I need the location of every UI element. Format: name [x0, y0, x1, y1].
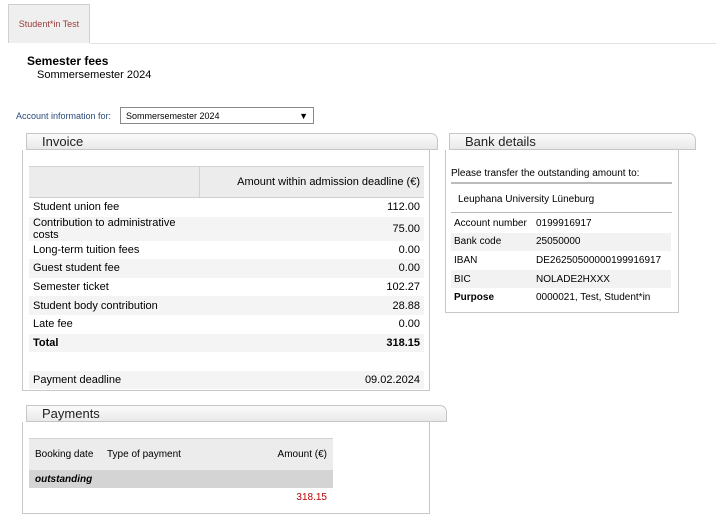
- table-row: Long-term tuition fees 0.00: [29, 241, 424, 260]
- row-value: 0.00: [398, 318, 420, 331]
- semester-select-value: Sommersemester 2024: [126, 110, 220, 121]
- bank-table: Account number 0199916917 Bank code 250500…: [451, 214, 671, 307]
- outstanding-amount: 318.15: [296, 492, 327, 503]
- payments-header-row: Booking date Type of payment Amount (€): [29, 438, 333, 470]
- col-type-of-payment: Type of payment: [101, 438, 237, 470]
- total-value: 318.15: [199, 333, 424, 353]
- deadline-value: 09.02.2024: [199, 370, 424, 390]
- invoice-table: Amount within admission deadline (€) Stu…: [29, 166, 424, 390]
- bank-divider: [451, 182, 672, 184]
- table-row: Semester ticket 102.27: [29, 278, 424, 297]
- table-row: Student body contribution 28.88: [29, 296, 424, 315]
- payments-panel-title: Payments: [26, 405, 447, 422]
- row-value: 0000021, Test, Student*in: [536, 292, 651, 304]
- col-booking-date: Booking date: [29, 438, 101, 470]
- table-row: Account number 0199916917: [451, 214, 671, 233]
- table-row: Contribution to administrative costs 75.0…: [29, 216, 424, 241]
- row-label: Late fee: [33, 318, 73, 331]
- row-label: Contribution to administrative costs: [29, 216, 200, 241]
- total-label: Total: [29, 333, 200, 353]
- deadline-label: Payment deadline: [29, 370, 200, 390]
- row-label: Purpose: [454, 292, 495, 304]
- row-value: 102.27: [386, 281, 420, 294]
- deadline-row: Payment deadline 09.02.2024: [29, 370, 424, 390]
- row-value: 0.00: [398, 243, 420, 256]
- row-value: 0.00: [199, 259, 424, 278]
- spacer-row: [29, 352, 424, 371]
- bank-divider: [451, 212, 672, 213]
- bank-intro: Please transfer the outstanding amount t…: [451, 168, 640, 179]
- total-row: Total 318.15: [29, 333, 424, 353]
- row-label: Bank code: [451, 232, 533, 252]
- invoice-header-row: Amount within admission deadline (€): [29, 166, 424, 198]
- row-label: Student body contribution: [29, 296, 200, 315]
- bank-university: Leuphana University Lüneburg: [458, 194, 595, 205]
- table-row: Bank code 25050000: [451, 232, 671, 252]
- invoice-amount-header: Amount within admission deadline (€): [199, 166, 424, 198]
- row-value: 75.00: [199, 216, 424, 241]
- outstanding-label: outstanding: [29, 470, 333, 488]
- row-value: NOLADE2HXXX: [533, 269, 671, 289]
- row-label: Guest student fee: [29, 259, 200, 278]
- bank-panel-title: Bank details: [449, 133, 696, 150]
- row-value: 112.00: [387, 201, 420, 214]
- row-value: 0199916917: [536, 217, 592, 229]
- row-label: Long-term tuition fees: [33, 243, 140, 256]
- table-row: BIC NOLADE2HXXX: [451, 269, 671, 289]
- amount-row: 318.15: [29, 488, 333, 507]
- row-label: Account number: [454, 217, 527, 229]
- account-info-label: Account information for:: [16, 111, 112, 121]
- payments-table: Booking date Type of payment Amount (€) …: [29, 438, 333, 507]
- col-amount: Amount (€): [236, 438, 333, 470]
- row-label: Semester ticket: [33, 281, 109, 294]
- chevron-down-icon: ▼: [299, 110, 308, 121]
- row-label: IBAN: [454, 254, 478, 266]
- row-value: 25050000: [533, 232, 671, 252]
- table-row: IBAN DE26250500000199916917: [451, 251, 671, 270]
- row-value: 28.88: [199, 296, 424, 315]
- semester-select[interactable]: Sommersemester 2024 ▼: [120, 107, 314, 124]
- row-label: BIC: [451, 269, 533, 289]
- invoice-panel-title: Invoice: [26, 133, 438, 150]
- table-row: Student union fee 112.00: [29, 198, 424, 217]
- table-row: Guest student fee 0.00: [29, 259, 424, 278]
- page-subtitle: Sommersemester 2024: [37, 69, 152, 81]
- page-title: Semester fees: [27, 54, 109, 68]
- row-label: Student union fee: [33, 201, 120, 214]
- row-value: DE26250500000199916917: [536, 254, 662, 266]
- tab-divider: [90, 43, 716, 44]
- table-row: Late fee 0.00: [29, 315, 424, 334]
- tab-student[interactable]: Student*in Test: [8, 4, 90, 43]
- invoice-header-blank: [29, 166, 200, 198]
- table-row: Purpose 0000021, Test, Student*in: [451, 288, 671, 307]
- outstanding-row: outstanding: [29, 470, 333, 488]
